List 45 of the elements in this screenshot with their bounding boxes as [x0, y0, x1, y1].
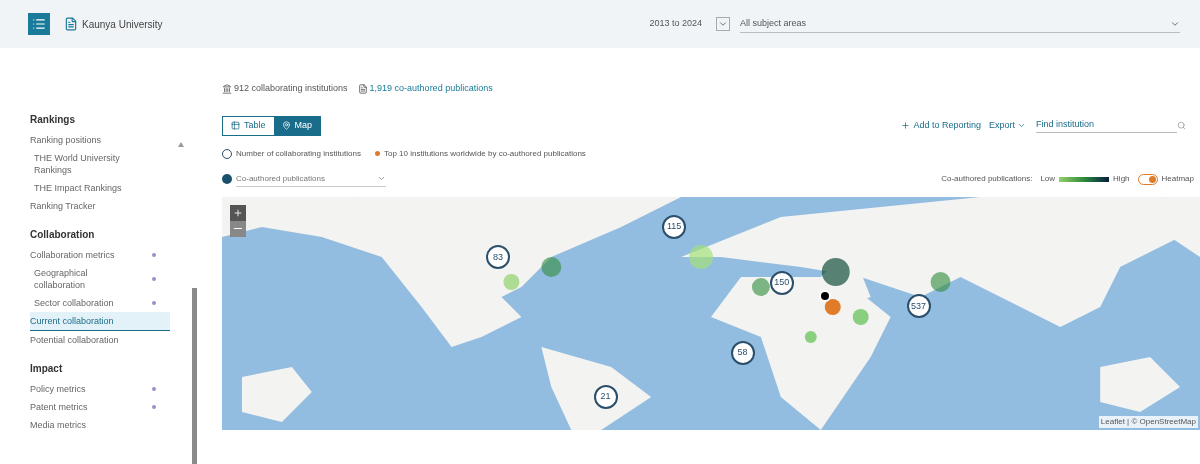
- scale-low-label: Low: [1040, 173, 1056, 185]
- view-tab[interactable]: Map: [273, 116, 321, 135]
- sidebar-section-title: Collaboration: [30, 228, 96, 242]
- sidebar-item[interactable]: Patent metrics: [30, 398, 170, 416]
- export-button[interactable]: Export: [989, 118, 1026, 133]
- list-icon: [32, 17, 46, 31]
- scroll-up-icon: [178, 142, 184, 147]
- sidebar-item[interactable]: Potential collaboration: [30, 331, 170, 349]
- find-institution-field[interactable]: Find institution: [1036, 118, 1177, 133]
- chevron-down-icon: [1017, 121, 1026, 130]
- search-icon[interactable]: [1177, 121, 1186, 130]
- sidebar-item[interactable]: Ranking positions: [30, 131, 170, 149]
- year-dropdown-button[interactable]: [716, 17, 730, 31]
- document-icon: [357, 83, 368, 94]
- publications-link[interactable]: 1,919 co-authored publications: [369, 82, 493, 96]
- sidebar-item[interactable]: Geographical collaboration: [30, 264, 170, 294]
- chevron-down-icon: [718, 19, 728, 29]
- year-range: 2013 to 2024: [649, 17, 702, 31]
- sidebar-item[interactable]: THE World University Rankings: [30, 149, 170, 179]
- sidebar-item[interactable]: Ranking Tracker: [30, 197, 170, 215]
- sidebar-item[interactable]: Media metrics: [30, 416, 170, 434]
- map-pin-icon: [281, 121, 291, 130]
- sidebar-item[interactable]: THE Impact Rankings: [30, 179, 170, 197]
- plus-icon: [233, 207, 243, 218]
- chevron-down-icon: [377, 174, 386, 183]
- heatmap-label: Heatmap: [1161, 173, 1194, 185]
- sidebar-section-title: Rankings: [30, 113, 76, 127]
- scale-label: Co-authored publications:: [941, 173, 1033, 185]
- add-to-reporting-button[interactable]: Add to Reporting: [901, 118, 981, 133]
- plus-icon: [901, 121, 911, 130]
- legend-label: Top 10 institutions worldwide by co-authored publications: [383, 147, 586, 160]
- menu-button[interactable]: [28, 13, 50, 35]
- subject-select[interactable]: All subject areas: [740, 14, 1180, 34]
- legend-label: Number of collaborating institutions: [236, 147, 361, 160]
- institutions-count: 912 collaborating institutions: [234, 82, 348, 95]
- sidebar-item[interactable]: Collaboration metrics: [30, 246, 170, 264]
- institution-name: Kaunya University: [82, 17, 163, 32]
- sidebar-item[interactable]: Policy metrics: [30, 380, 170, 398]
- metric-select[interactable]: Co-authored publications: [236, 171, 386, 187]
- color-scale-bar: [1059, 176, 1110, 182]
- sidebar-section-title: Impact: [30, 362, 64, 376]
- table-icon: [231, 121, 240, 130]
- scale-high-label: High: [1113, 173, 1130, 185]
- sidebar-item[interactable]: Sector collaboration: [30, 294, 170, 312]
- sidebar-item[interactable]: Current collaboration: [30, 312, 170, 331]
